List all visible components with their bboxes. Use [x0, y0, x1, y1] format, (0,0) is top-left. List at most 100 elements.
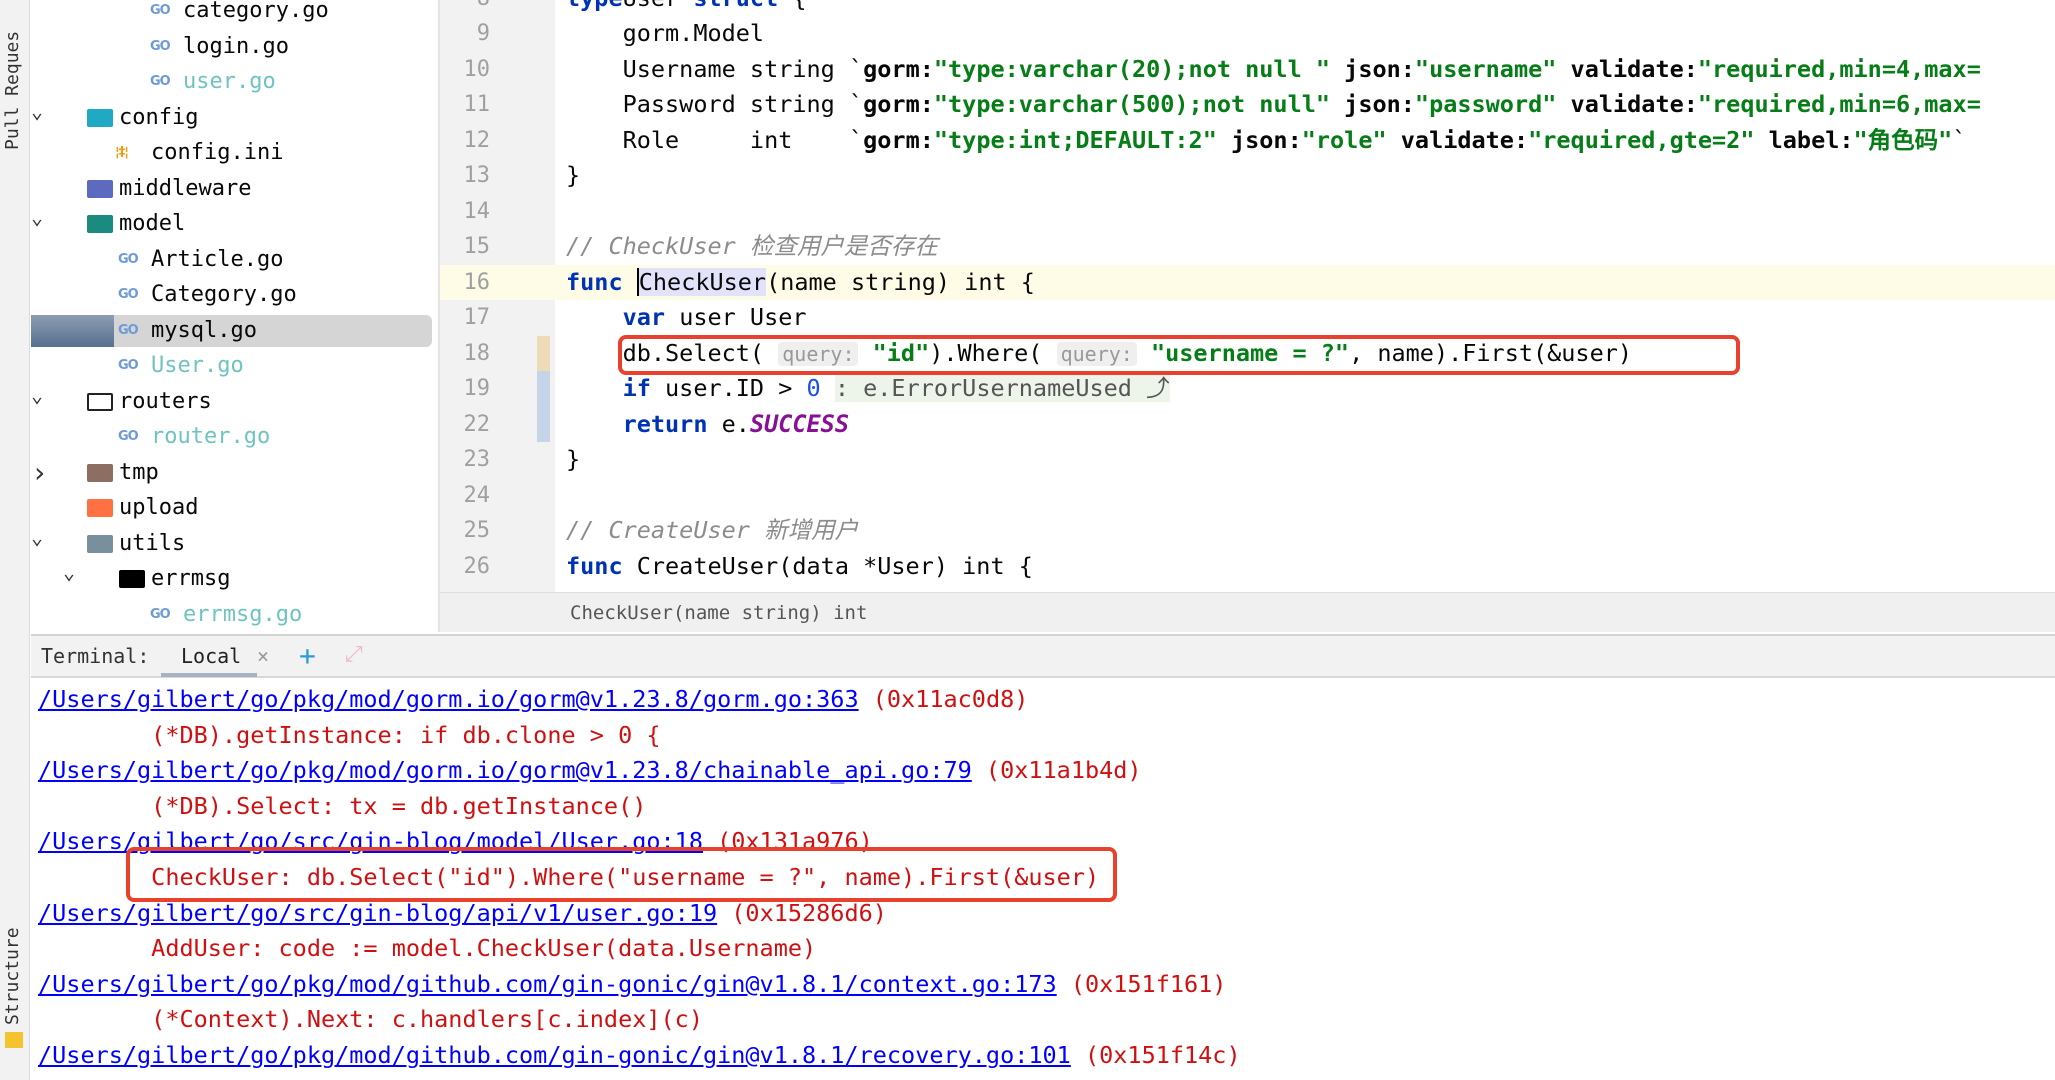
code-token: "角色码": [1853, 125, 1953, 154]
tree-file[interactable]: GO Article.go: [31, 242, 438, 278]
code-line: func CheckUser(name string) int {: [555, 264, 2055, 300]
close-icon[interactable]: ×: [257, 644, 269, 668]
tree-file[interactable]: GO mysql.go: [31, 313, 438, 349]
tree-item-label: tmp: [119, 459, 159, 485]
stack-trace-link[interactable]: /Users/gilbert/go/src/gin-blog/api/v1/us…: [38, 899, 717, 927]
line-number: 25: [463, 518, 491, 543]
line-number: 14: [463, 198, 491, 224]
breadcrumb-item[interactable]: CheckUser(name string) int: [570, 602, 867, 624]
terminal-header: Terminal: Local × + ⤢: [31, 634, 2055, 678]
folder-icon: [87, 215, 113, 233]
pull-requests-tab[interactable]: Pull Reques: [2, 0, 23, 150]
tree-folder[interactable]: ⌄ config: [31, 99, 438, 136]
tree-folder[interactable]: ⌄ routers: [31, 383, 438, 420]
line-number: 19: [463, 376, 491, 401]
code-token: Username string `: [566, 54, 864, 83]
code-line: // CheckUser 检查用户是否存在: [555, 229, 2055, 265]
stack-source: (*DB).Select: tx = db.getInstance(): [38, 791, 647, 820]
highlight-box-terminal: [126, 847, 1117, 902]
stack-trace-link[interactable]: /Users/gilbert/go/pkg/mod/gorm.io/gorm@v…: [38, 756, 972, 784]
tree-file[interactable]: GO router.go: [31, 419, 438, 455]
code-token: CheckUser: [636, 267, 767, 296]
chevron-down-icon[interactable]: ⌄: [31, 200, 43, 236]
code-token: validate:: [1386, 125, 1529, 154]
folded-code[interactable]: : e.ErrorUsernameUsed ⤴: [834, 374, 1170, 402]
code-line: if user.ID > 0 : e.ErrorUsernameUsed ⤴: [555, 371, 2055, 407]
tree-file[interactable]: GO User.go: [31, 348, 438, 384]
code-token: type: [566, 0, 623, 12]
tree-folder[interactable]: ⌄ utils: [31, 525, 438, 562]
expand-icon[interactable]: ⤢: [345, 642, 363, 667]
line-number: 22: [463, 411, 491, 437]
code-token: "type:int;DEFAULT:2": [933, 125, 1217, 154]
line-number: 15: [463, 234, 491, 259]
structure-tab[interactable]: Structure: [2, 915, 23, 1025]
chevron-right-icon[interactable]: ›: [31, 455, 48, 491]
tree-file[interactable]: GO user.go: [31, 64, 438, 100]
stack-address: (0x15286d6): [717, 898, 887, 927]
tree-folder[interactable]: middleware: [31, 171, 438, 207]
structure-label: Structure: [2, 927, 23, 1025]
line-number: 12: [463, 127, 491, 153]
tree-folder[interactable]: ⌄ errmsg: [31, 560, 438, 597]
code-token: "type:varchar(500);not null": [933, 90, 1331, 118]
chevron-down-icon[interactable]: ⌄: [31, 378, 43, 414]
tree-item-label: model: [119, 211, 186, 236]
tree-folder[interactable]: › tmp: [31, 455, 438, 491]
code-token: user.ID >: [650, 374, 807, 402]
tree-item-label: errmsg: [151, 566, 231, 591]
go-file-icon: GO: [150, 74, 171, 89]
project-tree: GO category.go GO login.go GO user.go ⌄ config ¦…: [31, 0, 440, 632]
tree-file[interactable]: GO login.go: [31, 29, 438, 65]
chevron-down-icon[interactable]: ⌄: [31, 94, 43, 130]
terminal-line: /Users/gilbert/go/pkg/mod/github.com/gin…: [38, 967, 1226, 1003]
tree-item-label: router.go: [151, 424, 271, 449]
code-token: "role": [1301, 125, 1387, 154]
code-editor[interactable]: typeUser struct { gorm.Model Username st…: [555, 0, 2055, 592]
tree-file[interactable]: GO category.go: [31, 0, 438, 29]
tree-folder[interactable]: upload: [31, 490, 438, 526]
code-line: }: [555, 442, 2055, 478]
code-token: `: [1952, 125, 1967, 154]
terminal-line: (*DB).Select: tx = db.getInstance(): [38, 789, 646, 825]
tree-item-label: upload: [119, 495, 199, 520]
tree-item-label: errmsg.go: [183, 601, 303, 627]
code-token: user User: [665, 303, 807, 331]
stack-trace-link[interactable]: /Users/gilbert/go/pkg/mod/gorm.io/gorm@v…: [38, 685, 859, 713]
tree-item-label: login.go: [183, 33, 289, 59]
tree-file[interactable]: GO Category.go: [31, 277, 438, 313]
stack-address: (0x151f161): [1056, 969, 1227, 998]
code-token: User: [623, 0, 694, 12]
tree-item-label: category.go: [183, 0, 329, 23]
code-line: typeUser struct {: [555, 0, 2055, 16]
code-token: }: [566, 161, 581, 189]
breadcrumb[interactable]: CheckUser(name string) int: [440, 592, 2055, 632]
tree-item-label: config: [119, 104, 199, 130]
tree-file[interactable]: ¦‡¦ config.ini: [31, 135, 438, 171]
code-token: "required,min=4,max=: [1697, 54, 1981, 83]
plus-icon[interactable]: +: [299, 639, 316, 672]
tree-item-label: user.go: [183, 69, 276, 94]
folder-icon: [87, 108, 113, 127]
code-line: return e.SUCCESS: [555, 407, 2055, 443]
change-marker-added[interactable]: [537, 371, 550, 442]
stack-trace-link[interactable]: /Users/gilbert/go/pkg/mod/github.com/gin…: [38, 1041, 1071, 1069]
code-line: // CreateUser 新增用户: [555, 513, 2055, 549]
tree-file[interactable]: GO errmsg.go: [31, 597, 438, 633]
code-token: gorm.Model: [566, 19, 765, 47]
code-token: "username": [1414, 54, 1557, 83]
terminal-tab-local[interactable]: Local ×: [161, 636, 269, 677]
stack-trace-link[interactable]: /Users/gilbert/go/pkg/mod/github.com/gin…: [38, 970, 1057, 998]
chevron-down-icon[interactable]: ⌄: [31, 520, 43, 556]
go-file-icon: GO: [118, 358, 139, 373]
terminal-line: (*Context).Next: c.handlers[c.index](c): [38, 1002, 703, 1038]
change-marker-modified[interactable]: [537, 336, 550, 371]
active-tab-underline: [161, 673, 257, 677]
terminal-label: Terminal:: [41, 644, 150, 668]
tree-item-label: Article.go: [151, 246, 284, 272]
chevron-down-icon[interactable]: ⌄: [63, 555, 75, 591]
tree-folder[interactable]: ⌄ model: [31, 205, 438, 242]
code-token: var: [622, 303, 666, 331]
code-token: func: [566, 551, 623, 580]
